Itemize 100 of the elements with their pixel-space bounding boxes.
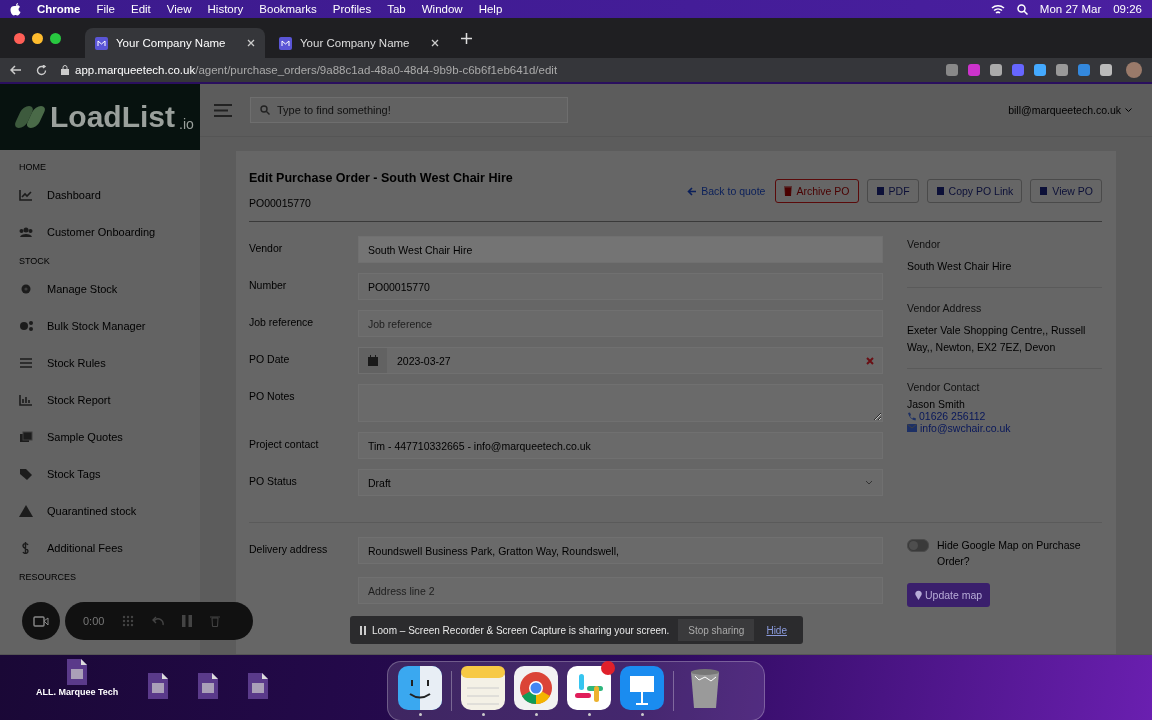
field-label: PO Status (249, 474, 298, 489)
browser-tab[interactable]: Your Company Name (85, 28, 265, 58)
stop-sharing-button[interactable]: Stop sharing (678, 619, 755, 641)
gear-icon (19, 282, 33, 295)
toggle-switch[interactable] (907, 539, 929, 552)
panel-label: Vendor (907, 237, 942, 252)
field-label: Number (249, 278, 288, 293)
search-icon (260, 105, 270, 115)
document-icon[interactable] (148, 673, 169, 699)
back-icon[interactable] (10, 65, 22, 75)
status-dropdown[interactable]: Draft (358, 469, 883, 496)
page-title: Edit Purchase Order - South West Chair Hire (249, 171, 513, 185)
close-window-button[interactable] (14, 32, 25, 44)
sidebar-item[interactable]: Manage Stock (0, 270, 200, 307)
panel-label: Vendor Address (907, 301, 983, 316)
map-pin-icon (915, 590, 922, 600)
action-button[interactable]: PDF (866, 179, 919, 203)
back-link[interactable]: Back to quote (685, 179, 768, 203)
extension-icons[interactable] (946, 64, 1112, 76)
sidebar-item[interactable]: Stock Rules (0, 344, 200, 381)
text-field[interactable]: Job reference (358, 310, 883, 337)
menu-item[interactable]: Profiles (332, 3, 372, 15)
text-field[interactable]: Tim - 447710332665 - info@marqueetech.co.uk (358, 432, 883, 459)
list-icon (19, 356, 33, 369)
sidebar-item[interactable]: Additional Fees (0, 529, 200, 566)
menubar-clock[interactable]: 09:26 (1113, 3, 1142, 15)
chrome-app-icon[interactable] (514, 666, 558, 710)
document-icon (1039, 186, 1049, 196)
favicon-icon (95, 36, 108, 50)
sidebar-item[interactable]: Dashboard (0, 176, 200, 213)
sidebar-item[interactable]: Customer Onboarding (0, 213, 200, 250)
document-icon[interactable] (248, 673, 269, 699)
browser-tab[interactable]: Your Company Name (269, 28, 449, 58)
menu-item[interactable]: Edit (131, 3, 151, 15)
reload-icon[interactable] (36, 64, 47, 76)
keynote-app-icon[interactable] (620, 666, 664, 710)
arrow-left-icon (687, 186, 698, 196)
calendar-icon[interactable] (368, 355, 378, 366)
email-link[interactable]: info@swchair.co.uk (907, 422, 1102, 434)
user-menu[interactable]: bill@marqueetech.co.uk (1008, 104, 1121, 116)
menu-item[interactable]: Tab (387, 3, 406, 15)
sidebar-heading: HOME (18, 161, 47, 174)
date-field[interactable]: 2023-03-27 (358, 347, 883, 374)
profile-avatar-icon[interactable] (1126, 62, 1142, 78)
file-name[interactable]: ALL. Marquee Tech (36, 687, 119, 697)
update-map-button[interactable]: Update map (907, 583, 991, 607)
new-tab-icon[interactable] (461, 32, 472, 44)
menu-item[interactable]: History (207, 3, 244, 15)
app-menu[interactable]: Chrome (37, 3, 81, 15)
menu-item[interactable]: Help (478, 3, 503, 15)
toggle-label: Hide Google Map on Purchase Order? (937, 538, 1082, 569)
action-button[interactable]: Archive PO (775, 179, 859, 203)
text-field[interactable]: PO00015770 (358, 273, 883, 300)
document-icon[interactable] (67, 659, 88, 685)
bar-chart-icon (19, 393, 33, 406)
contact-name: Jason Smith (907, 398, 966, 410)
search-field[interactable]: Type to find something! (250, 97, 568, 123)
document-icon[interactable] (198, 673, 219, 699)
menu-item[interactable]: Window (421, 3, 463, 15)
menubar-date[interactable]: Mon 27 Mar (1039, 3, 1102, 15)
camera-icon (33, 615, 49, 627)
hide-link[interactable]: Hide (760, 623, 793, 637)
logo[interactable]: LoadList.io (0, 84, 200, 150)
address-field[interactable]: Address line 2 (358, 577, 883, 604)
phone-icon (907, 411, 916, 421)
close-icon[interactable] (431, 39, 439, 47)
notes-field[interactable] (358, 384, 883, 422)
wifi-icon[interactable] (990, 3, 1005, 15)
menu-item[interactable]: View (166, 3, 192, 15)
sidebar-item[interactable]: Quarantined stock (0, 492, 200, 529)
field-label: Vendor (249, 241, 284, 256)
sidebar-item[interactable]: Sample Quotes (0, 418, 200, 455)
vendor-name: South West Chair Hire (907, 259, 1013, 274)
menu-item[interactable]: File (96, 3, 115, 15)
finder-app-icon[interactable] (398, 666, 442, 710)
slack-app-icon[interactable] (567, 666, 611, 710)
close-icon[interactable] (247, 39, 255, 47)
apple-icon[interactable] (10, 2, 21, 16)
menu-item[interactable]: Bookmarks (259, 3, 317, 15)
sharing-message: Loom – Screen Recorder & Screen Capture is sharing your screen. (372, 624, 670, 636)
field-label: Job reference (249, 315, 315, 330)
chart-icon (19, 188, 33, 201)
action-button[interactable]: Copy PO Link (926, 179, 1023, 203)
search-icon[interactable] (1016, 3, 1028, 15)
field-label: PO Date (249, 352, 291, 367)
document-icon (935, 186, 945, 196)
trash-icon (784, 186, 793, 196)
minimize-window-button[interactable] (32, 32, 43, 44)
menu-icon[interactable] (214, 103, 232, 117)
sidebar-item[interactable]: Stock Tags (0, 455, 200, 492)
address-field[interactable]: Roundswell Business Park, Gratton Way, Roundswell, (358, 537, 883, 564)
sidebar-item[interactable]: Stock Report (0, 381, 200, 418)
zoom-window-button[interactable] (50, 32, 61, 44)
warning-icon (19, 504, 33, 517)
vendor-address: Exeter Vale Shopping Centre,, Russell Way,, Newton, EX2 7EZ, Devon (907, 323, 1087, 355)
phone-link[interactable]: 01626 256112 (907, 410, 1102, 422)
sidebar-item[interactable]: Bulk Stock Manager (0, 307, 200, 344)
action-button[interactable]: View PO (1030, 179, 1102, 203)
notes-app-icon[interactable] (461, 666, 505, 710)
chevron-down-icon[interactable] (1125, 107, 1132, 113)
